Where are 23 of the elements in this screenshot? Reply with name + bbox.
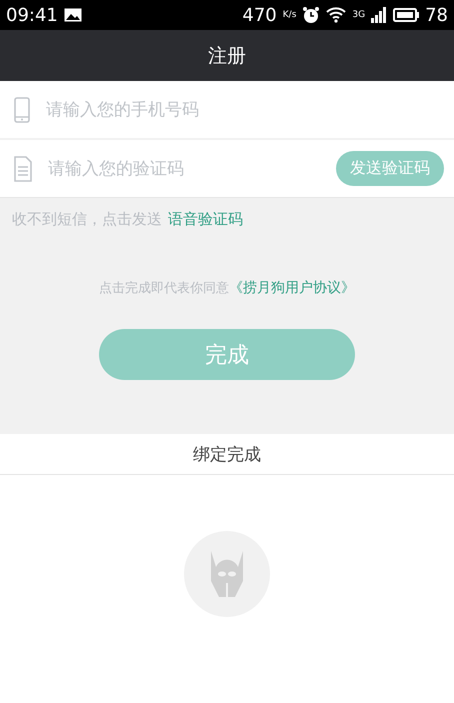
document-icon xyxy=(14,156,32,182)
network-speed: 470 xyxy=(242,4,277,26)
status-time: 09:41 xyxy=(6,4,58,26)
image-icon xyxy=(64,8,82,22)
submit-button[interactable]: 完成 xyxy=(99,329,355,380)
code-field[interactable]: 请输入您的验证码 xyxy=(46,158,322,180)
send-code-button[interactable]: 发送验证码 xyxy=(336,151,444,186)
helmet-icon xyxy=(209,551,245,597)
bind-label: 绑定完成 xyxy=(193,444,261,466)
voice-code-link[interactable]: 语音验证码 xyxy=(168,210,243,229)
wifi-icon xyxy=(326,7,346,23)
phone-icon xyxy=(14,96,30,122)
sms-hint: 收不到短信，点击发送 xyxy=(12,210,162,229)
network-type: 3G xyxy=(352,10,366,20)
agreement-text: 点击完成即代表你同意 xyxy=(99,280,229,297)
speed-unit: K/s xyxy=(282,10,296,20)
agreement-link[interactable]: 《捞月狗用户协议》 xyxy=(229,279,355,297)
alarm-icon xyxy=(302,6,320,24)
battery-level: 78 xyxy=(425,4,448,26)
page-title: 注册 xyxy=(208,44,246,68)
battery-icon xyxy=(393,8,420,22)
signal-icon xyxy=(371,7,388,23)
phone-field[interactable]: 请输入您的手机号码 xyxy=(44,98,444,120)
